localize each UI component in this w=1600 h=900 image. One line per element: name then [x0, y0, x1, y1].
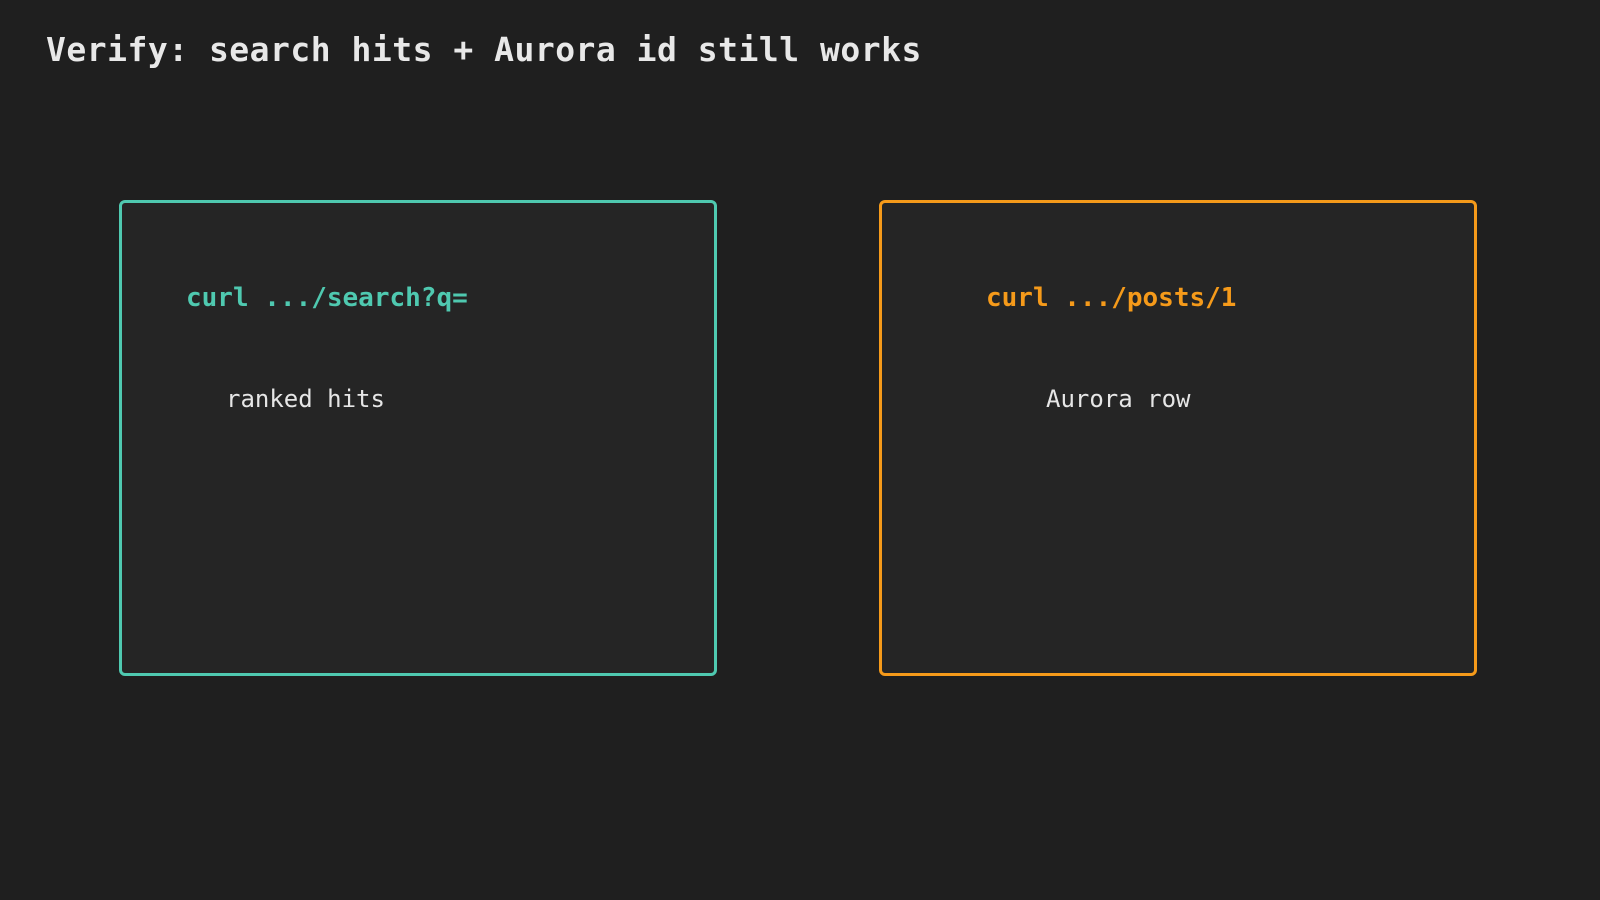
posts-command: curl .../posts/1 [986, 283, 1237, 313]
slide-title: Verify: search hits + Aurora id still wo… [46, 30, 922, 69]
posts-result-label: Aurora row [1046, 385, 1191, 413]
search-panel: curl .../search?q= ranked hits [119, 200, 717, 676]
posts-panel: curl .../posts/1 Aurora row [879, 200, 1477, 676]
search-result-label: ranked hits [226, 385, 385, 413]
search-command: curl .../search?q= [186, 283, 468, 313]
